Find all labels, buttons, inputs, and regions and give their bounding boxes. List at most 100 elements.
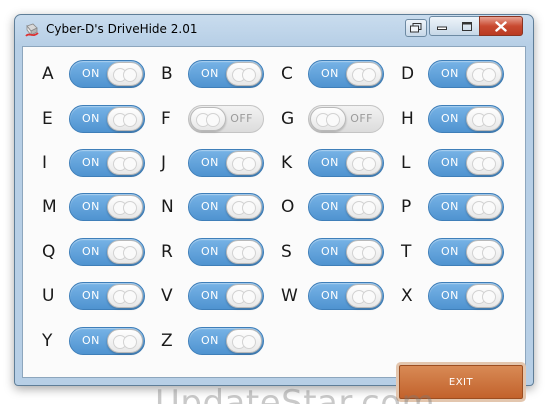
drive-j-toggle[interactable]: ON xyxy=(188,149,264,177)
toggle-state-label: ON xyxy=(201,334,219,347)
drive-p: P ON xyxy=(401,193,504,221)
exit-button[interactable]: EXIT xyxy=(399,365,523,399)
restore-button[interactable] xyxy=(405,19,427,37)
drive-p-toggle[interactable]: ON xyxy=(428,193,504,221)
toggle-knob xyxy=(226,195,262,219)
toggle-state-label: ON xyxy=(201,245,219,258)
toggle-state-label: ON xyxy=(321,245,339,258)
drive-k-toggle[interactable]: ON xyxy=(308,149,384,177)
drive-letter-label: X xyxy=(401,286,413,306)
toggle-state-label: ON xyxy=(82,112,100,125)
toggle-state-label: ON xyxy=(321,289,339,302)
toggle-knob xyxy=(466,62,502,86)
drive-a: A ON xyxy=(42,60,145,88)
drive-letter-label: K xyxy=(281,153,293,173)
title-bar: Cyber-D's DriveHide 2.01 xyxy=(15,15,533,45)
toggle-state-label: ON xyxy=(441,245,459,258)
drive-letter-label: U xyxy=(42,286,55,306)
toggle-knob xyxy=(107,240,143,264)
drive-letter-label: T xyxy=(401,242,412,262)
toggle-knob xyxy=(346,151,382,175)
toggle-state-label: ON xyxy=(82,334,100,347)
drive-n: N ON xyxy=(161,193,264,221)
drive-letter-label: P xyxy=(401,197,412,217)
drive-letter-label: W xyxy=(281,286,298,306)
toggle-state-label: ON xyxy=(201,156,219,169)
drive-y: Y ON xyxy=(42,327,145,355)
minimize-icon xyxy=(437,26,447,30)
toggle-state-label: ON xyxy=(82,245,100,258)
drive-k: K ON xyxy=(281,149,384,177)
drive-letter-label: M xyxy=(42,197,57,217)
drive-i-toggle[interactable]: ON xyxy=(69,149,145,177)
toggle-state-label: ON xyxy=(441,289,459,302)
drive-c-toggle[interactable]: ON xyxy=(308,60,384,88)
drive-a-toggle[interactable]: ON xyxy=(69,60,145,88)
app-window: Cyber-D's DriveHide 2.01 EXIT UpdateStar… xyxy=(14,14,534,404)
drive-letter-label: S xyxy=(281,242,292,262)
drive-b-toggle[interactable]: ON xyxy=(188,60,264,88)
drive-letter-label: N xyxy=(161,197,174,217)
client-area: EXIT UpdateStar.com A ON B ON C ON D ON E ON F OFF G… xyxy=(22,46,526,404)
drive-u-toggle[interactable]: ON xyxy=(69,282,145,310)
maximize-icon xyxy=(461,21,472,31)
drive-s-toggle[interactable]: ON xyxy=(308,238,384,266)
drive-n-toggle[interactable]: ON xyxy=(188,193,264,221)
toggle-knob xyxy=(226,329,262,353)
drive-q: Q ON xyxy=(42,238,145,266)
drive-o: O ON xyxy=(281,193,384,221)
toggle-state-label: ON xyxy=(82,67,100,80)
drive-y-toggle[interactable]: ON xyxy=(69,327,145,355)
drive-letter-label: O xyxy=(281,197,295,217)
drive-o-toggle[interactable]: ON xyxy=(308,193,384,221)
drive-t-toggle[interactable]: ON xyxy=(428,238,504,266)
drive-r-toggle[interactable]: ON xyxy=(188,238,264,266)
drive-q-toggle[interactable]: ON xyxy=(69,238,145,266)
watermark-text: UpdateStar.com xyxy=(155,383,436,404)
maximize-button[interactable] xyxy=(454,16,479,36)
minimize-button[interactable] xyxy=(429,16,455,36)
toggle-knob xyxy=(466,151,502,175)
toggle-knob xyxy=(346,284,382,308)
drive-e-toggle[interactable]: ON xyxy=(69,105,145,133)
toggle-knob xyxy=(107,195,143,219)
toggle-knob xyxy=(107,329,143,353)
drive-letter-label: C xyxy=(281,64,293,84)
drive-w-toggle[interactable]: ON xyxy=(308,282,384,310)
toggle-knob xyxy=(310,107,346,131)
close-button[interactable] xyxy=(479,16,523,36)
drive-e: E ON xyxy=(42,105,145,133)
drive-s: S ON xyxy=(281,238,384,266)
window-title: Cyber-D's DriveHide 2.01 xyxy=(46,22,198,36)
restore-icon xyxy=(410,23,422,33)
toggle-state-label: ON xyxy=(201,200,219,213)
drive-j: J ON xyxy=(161,149,264,177)
drive-d-toggle[interactable]: ON xyxy=(428,60,504,88)
drive-m-toggle[interactable]: ON xyxy=(69,193,145,221)
toggle-state-label: ON xyxy=(82,289,100,302)
toggle-knob xyxy=(107,151,143,175)
toggle-state-label: ON xyxy=(441,112,459,125)
toggle-state-label: OFF xyxy=(230,112,253,125)
drive-x-toggle[interactable]: ON xyxy=(428,282,504,310)
toggle-state-label: ON xyxy=(441,200,459,213)
drive-f-toggle[interactable]: OFF xyxy=(188,105,264,133)
drive-r: R ON xyxy=(161,238,264,266)
drive-letter-label: D xyxy=(401,64,415,84)
drive-letter-label: G xyxy=(281,109,295,129)
drive-letter-label: Z xyxy=(161,331,173,351)
drive-letter-label: F xyxy=(161,109,171,129)
drive-letter-label: I xyxy=(42,153,48,173)
toggle-state-label: ON xyxy=(201,289,219,302)
drive-h-toggle[interactable]: ON xyxy=(428,105,504,133)
drive-z-toggle[interactable]: ON xyxy=(188,327,264,355)
drive-v-toggle[interactable]: ON xyxy=(188,282,264,310)
drive-f: F OFF xyxy=(161,105,264,133)
toggle-knob xyxy=(346,240,382,264)
drive-g-toggle[interactable]: OFF xyxy=(308,105,384,133)
drive-h: H ON xyxy=(401,105,504,133)
toggle-state-label: ON xyxy=(82,156,100,169)
toggle-state-label: ON xyxy=(321,200,339,213)
drive-l-toggle[interactable]: ON xyxy=(428,149,504,177)
drive-letter-label: L xyxy=(401,153,411,173)
